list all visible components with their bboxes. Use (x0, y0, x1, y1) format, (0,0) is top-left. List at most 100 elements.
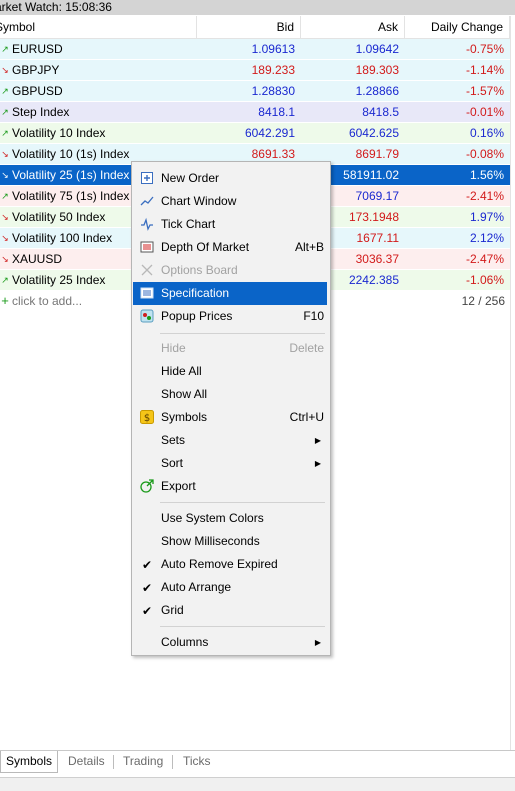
popup-prices-icon (139, 309, 155, 325)
menu-label: Tick Chart (161, 217, 216, 231)
menu-label: Show All (161, 387, 208, 401)
daily-change-cell: 1.56% (469, 168, 504, 182)
ask-cell: 1.09642 (355, 42, 399, 56)
column-header-ask[interactable]: Ask (301, 16, 405, 38)
menu-separator (160, 626, 325, 627)
menu-item-options-board[interactable]: Options Board (133, 259, 327, 282)
menu-shortcut: Ctrl+U (289, 410, 324, 424)
daily-change-cell: 1.97% (469, 210, 504, 224)
table-row[interactable]: ↘ GBPJPY 189.233 189.303 -1.14% (0, 60, 510, 81)
ask-cell: 1.28866 (355, 84, 399, 98)
daily-change-cell: 2.12% (469, 231, 504, 245)
ask-cell: 6042.625 (348, 126, 399, 140)
tab-separator (172, 755, 173, 769)
menu-label: Columns (161, 635, 209, 649)
table-row[interactable]: ↗ Step Index 8418.1 8418.5 -0.01% (0, 102, 510, 123)
daily-change-cell: -0.08% (465, 147, 504, 161)
menu-label: Hide All (161, 364, 202, 378)
bid-cell: 1.28830 (251, 84, 295, 98)
menu-item-sort[interactable]: Sort ▶ (133, 452, 327, 475)
symbol-count: 12 / 256 (461, 294, 505, 308)
menu-item-chart-window[interactable]: Chart Window (133, 190, 327, 213)
bottom-tabs: Symbols Details Trading Ticks (0, 750, 515, 773)
symbol-cell: Step Index (12, 105, 70, 119)
window-title-bar: arket Watch: 15:08:36 (0, 0, 515, 15)
column-header-daily-change[interactable]: Daily Change (405, 16, 510, 38)
menu-item-grid[interactable]: ✔ Grid (133, 599, 327, 622)
menu-label: Depth Of Market (161, 240, 250, 254)
menu-label: Options Board (161, 263, 238, 277)
menu-item-export[interactable]: Export (133, 475, 327, 498)
checkmark-icon: ✔ (141, 604, 153, 618)
menu-item-show-milliseconds[interactable]: Show Milliseconds (133, 530, 327, 553)
menu-label: Use System Colors (161, 511, 264, 525)
menu-item-hide[interactable]: Hide Delete (133, 337, 327, 360)
table-row[interactable]: ↗ Volatility 10 Index 6042.291 6042.625 0.16… (0, 123, 510, 144)
menu-item-show-all[interactable]: Show All (133, 383, 327, 406)
chart-window-icon (139, 194, 155, 210)
daily-change-cell: -1.14% (465, 63, 504, 77)
menu-item-depth-of-market[interactable]: Depth Of Market Alt+B (133, 236, 327, 259)
symbols-icon: $ (139, 410, 155, 426)
tab-trading[interactable]: Trading (118, 751, 168, 772)
new-order-icon (139, 171, 155, 187)
menu-item-sets[interactable]: Sets ▶ (133, 429, 327, 452)
menu-shortcut: Delete (289, 341, 324, 355)
menu-item-auto-remove-expired[interactable]: ✔ Auto Remove Expired (133, 553, 327, 576)
menu-label: Chart Window (161, 194, 237, 208)
menu-item-specification[interactable]: Specification (133, 282, 327, 305)
menu-label: Grid (161, 603, 184, 617)
ask-cell: 189.303 (355, 63, 399, 77)
tab-ticks[interactable]: Ticks (178, 751, 216, 772)
tick-chart-icon (139, 217, 155, 233)
menu-item-symbols[interactable]: $ Symbols Ctrl+U (133, 406, 327, 429)
bid-cell: 189.233 (251, 63, 295, 77)
tab-separator (113, 755, 114, 769)
add-symbol-label: click to add... (12, 294, 83, 308)
menu-separator (160, 333, 325, 334)
menu-item-columns[interactable]: Columns ▶ (133, 631, 327, 654)
column-header-symbol[interactable]: Symbol (0, 16, 197, 38)
depth-of-market-icon (139, 240, 155, 256)
menu-label: Symbols (161, 410, 208, 424)
table-row[interactable]: ↗ GBPUSD 1.28830 1.28866 -1.57% (0, 81, 510, 102)
daily-change-cell: -1.06% (465, 273, 504, 287)
table-row[interactable]: ↗ EURUSD 1.09613 1.09642 -0.75% (0, 39, 510, 60)
context-menu: New Order Chart Window Tick Chart Depth … (131, 161, 331, 656)
menu-label: Hide (161, 341, 186, 355)
menu-shortcut: F10 (303, 309, 324, 323)
status-bar (0, 777, 515, 791)
symbol-cell: Volatility 10 Index (12, 126, 106, 140)
bid-cell: 8418.1 (258, 105, 295, 119)
menu-item-auto-arrange[interactable]: ✔ Auto Arrange (133, 576, 327, 599)
menu-item-new-order[interactable]: New Order (133, 167, 327, 190)
menu-item-hide-all[interactable]: Hide All (133, 360, 327, 383)
checkmark-icon: ✔ (141, 581, 153, 595)
column-header-bid[interactable]: Bid (197, 16, 301, 38)
submenu-arrow-icon: ▶ (314, 459, 321, 468)
menu-item-tick-chart[interactable]: Tick Chart (133, 213, 327, 236)
symbol-cell: GBPUSD (12, 84, 63, 98)
daily-change-cell: -1.57% (465, 84, 504, 98)
daily-change-cell: -0.75% (465, 42, 504, 56)
daily-change-cell: -2.47% (465, 252, 504, 266)
column-divider (510, 16, 511, 751)
menu-item-popup-prices[interactable]: Popup Prices F10 (133, 305, 327, 328)
menu-label: Auto Remove Expired (161, 557, 278, 571)
tab-details[interactable]: Details (63, 751, 110, 772)
daily-change-cell: -0.01% (465, 105, 504, 119)
symbol-cell: GBPJPY (12, 63, 60, 77)
svg-text:$: $ (144, 413, 150, 424)
menu-shortcut: Alt+B (294, 240, 324, 254)
menu-label: Show Milliseconds (161, 534, 260, 548)
symbol-cell: EURUSD (12, 42, 63, 56)
specification-icon (139, 286, 155, 302)
menu-label: Sets (161, 433, 186, 447)
window-title: arket Watch: 15:08:36 (0, 0, 112, 14)
menu-label: Export (161, 479, 196, 493)
menu-item-use-system-colors[interactable]: Use System Colors (133, 507, 327, 530)
tab-symbols[interactable]: Symbols (0, 751, 59, 773)
menu-label: New Order (161, 171, 220, 185)
checkmark-icon: ✔ (141, 558, 153, 572)
daily-change-cell: 0.16% (469, 126, 504, 140)
